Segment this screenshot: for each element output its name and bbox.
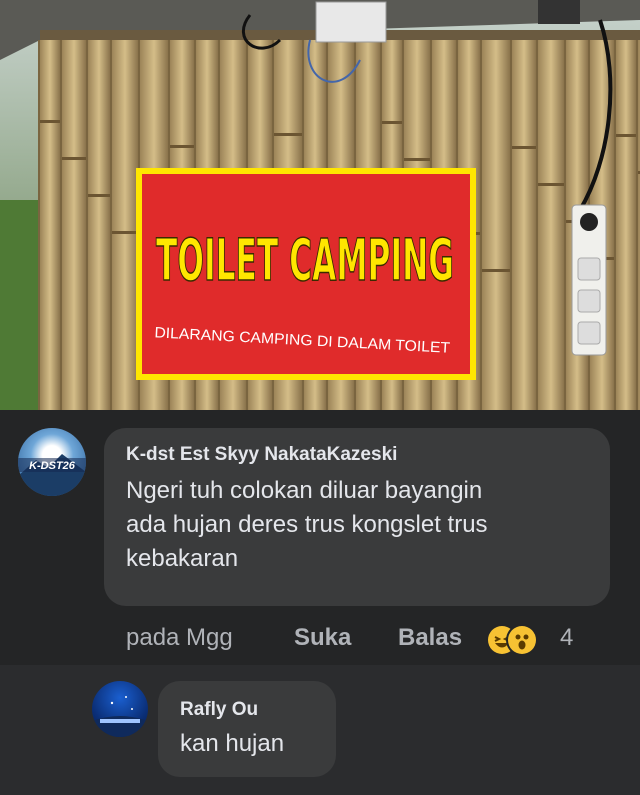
post-photo[interactable]: TOILET CAMPING DILARANG CAMPING DI DALAM… [0,0,640,410]
reaction-count: 4 [560,624,574,651]
avatar[interactable]: K-DST26 [18,428,86,496]
bamboo-pole [512,40,536,410]
comment-line: kebakaran [126,545,239,572]
bamboo-pole [538,40,564,410]
bamboo-pole [616,40,636,410]
bamboo-pole [62,40,86,410]
avatar-label: K-DST26 [29,460,76,472]
bamboo-pole [112,40,138,410]
reply-avatar-image [92,696,148,737]
comment-author[interactable]: K-dst Est Skyy NakataKazeski [126,444,397,466]
bamboo-node [62,157,86,160]
sign-title: TOILET CAMPING [156,226,454,294]
comment-line: Ngeri tuh colokan diluar bayangin [126,477,483,504]
reply-button[interactable]: Balas [398,624,462,652]
bamboo-node [404,158,430,161]
bamboo-pole [40,40,60,410]
bamboo-node [538,183,564,186]
bamboo-pole [482,40,510,410]
reply-section: Rafly Ou kan hujan [0,665,640,795]
bamboo-node [274,133,302,136]
wow-icon [508,626,536,654]
reply-text: kan hujan [180,730,285,757]
bamboo-node [40,120,60,123]
like-button[interactable]: Suka [294,624,351,652]
bamboo-node [482,269,510,272]
avatar-image: K-DST26 [18,454,86,496]
comment-time: pada Mgg [126,624,233,651]
comment-text: Ngeri tuh colokan diluar bayangin ada hu… [126,474,488,576]
reply-avatar[interactable] [92,681,148,737]
bamboo-node [112,231,138,234]
reply-author[interactable]: Rafly Ou [180,699,258,721]
bamboo-node [616,134,636,137]
reaction-summary[interactable]: 4 [488,622,578,656]
bamboo-pole [88,40,110,410]
bamboo-node [382,121,402,124]
bamboo-node [88,194,110,197]
comment-line: ada hujan deres trus kongslet trus [126,511,488,538]
bamboo-node [512,146,536,149]
toilet-camping-photo: TOILET CAMPING DILARANG CAMPING DI DALAM… [0,0,640,410]
bamboo-node [170,145,194,148]
